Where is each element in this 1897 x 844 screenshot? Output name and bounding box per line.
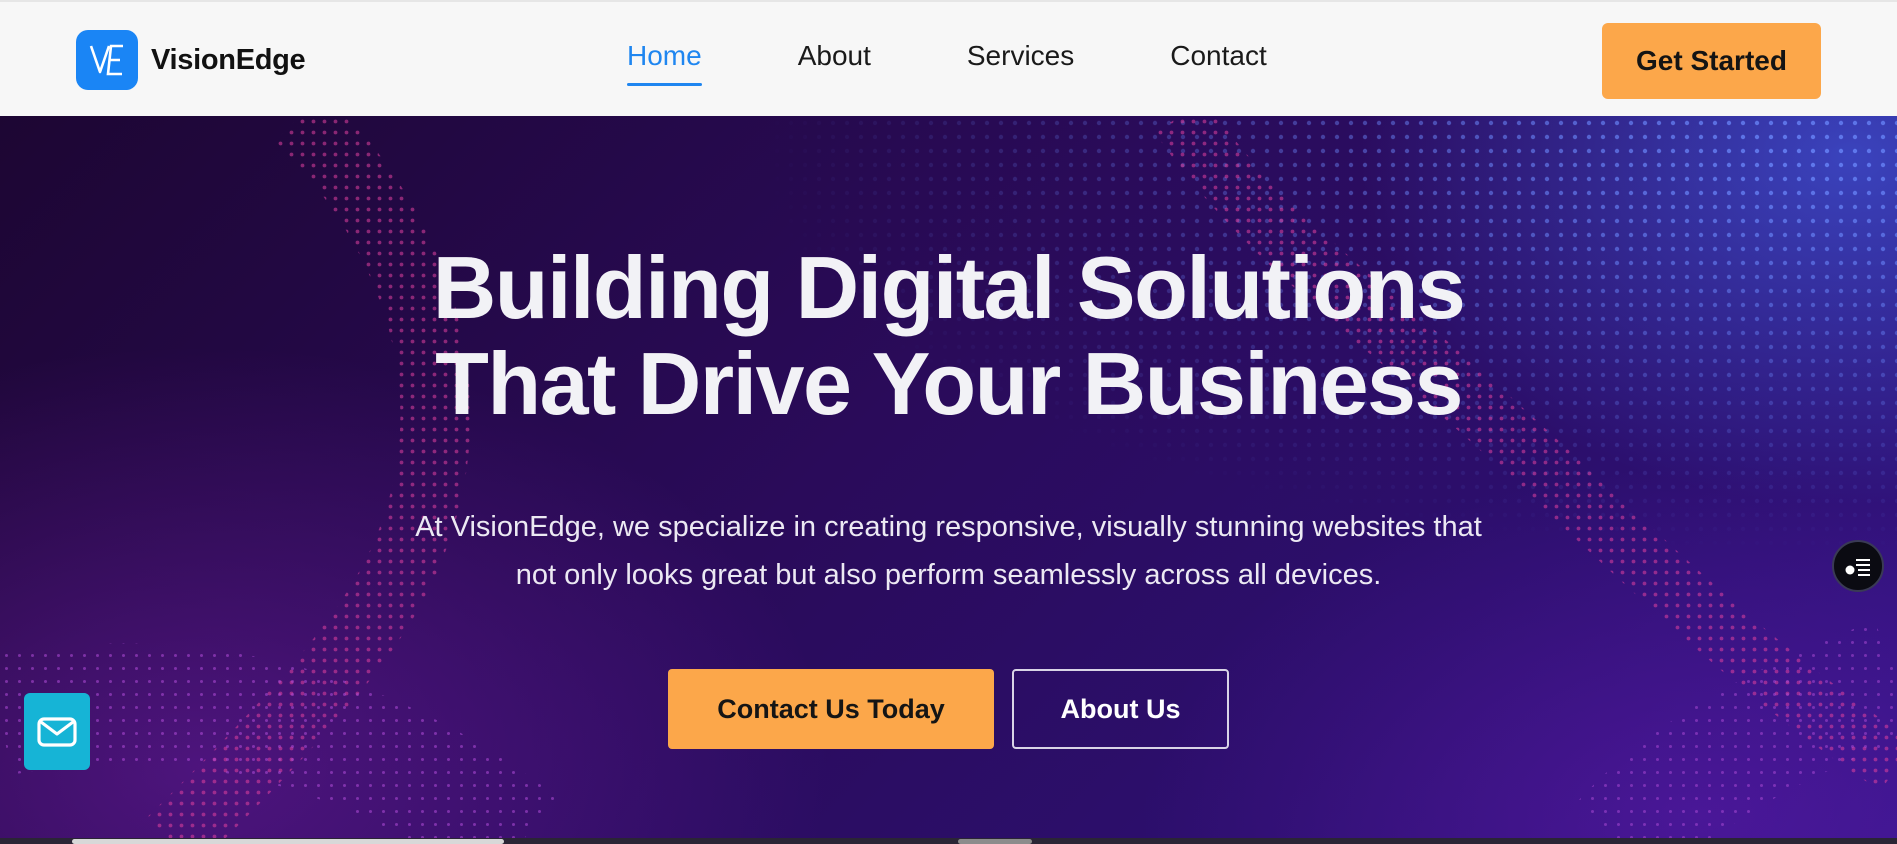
get-started-button[interactable]: Get Started bbox=[1602, 23, 1821, 99]
hero-description-line-1: At VisionEdge, we specialize in creating… bbox=[415, 511, 1482, 543]
hero-title-line-2: That Drive Your Business bbox=[435, 334, 1463, 433]
hero-description-line-2: not only looks great but also perform se… bbox=[515, 559, 1382, 591]
scrollbar-marker bbox=[958, 839, 1032, 844]
nav-item-contact[interactable]: Contact bbox=[1170, 40, 1267, 86]
brand[interactable]: VisionEdge bbox=[76, 30, 306, 90]
mail-icon[interactable] bbox=[24, 693, 90, 770]
nav-item-about[interactable]: About bbox=[798, 40, 871, 86]
site-header: VisionEdge Home About Services Contact G… bbox=[0, 0, 1897, 116]
hero-title-line-1: Building Digital Solutions bbox=[432, 238, 1466, 337]
contact-us-button[interactable]: Contact Us Today bbox=[668, 669, 994, 749]
nav-item-services[interactable]: Services bbox=[967, 40, 1074, 86]
brand-logo-icon[interactable] bbox=[76, 30, 138, 90]
brand-name[interactable]: VisionEdge bbox=[151, 44, 306, 77]
hero-section: Building Digital Solutions That Drive Yo… bbox=[0, 116, 1897, 844]
scrollbar-thumb[interactable] bbox=[72, 839, 504, 844]
nav-item-home[interactable]: Home bbox=[627, 40, 702, 86]
hero-title: Building Digital Solutions That Drive Yo… bbox=[0, 240, 1897, 432]
about-us-button[interactable]: About Us bbox=[1012, 669, 1229, 749]
main-nav: Home About Services Contact bbox=[627, 40, 1363, 86]
hero-description: At VisionEdge, we specialize in creating… bbox=[0, 503, 1897, 599]
accessibility-menu-icon[interactable] bbox=[1832, 540, 1884, 592]
